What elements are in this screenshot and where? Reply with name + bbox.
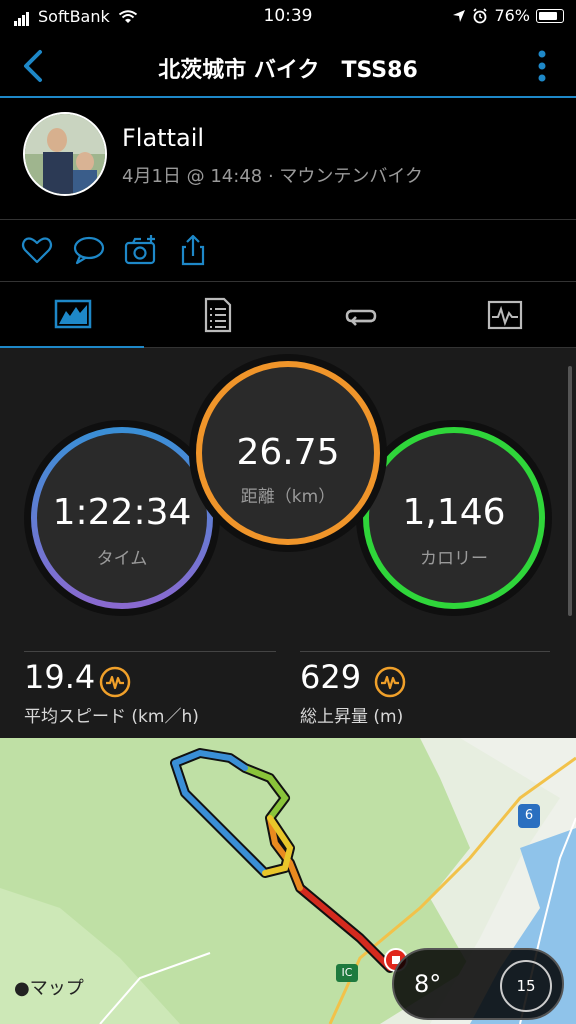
navigation-bar: 北茨城市 バイク TSS86 [0,34,576,98]
user-name[interactable]: Flattail [122,124,204,152]
elevation-info-icon[interactable] [374,666,406,698]
add-photo-camera-icon[interactable] [124,234,158,266]
map-attribution-text: マップ [29,978,84,999]
avatar-photo [25,114,105,194]
activity-tabs [0,282,576,349]
tab-stats[interactable] [144,282,288,348]
divider [24,651,276,652]
activity-header: Flattail 4月1日 @ 14:48 · マウンテンバイク [0,98,576,220]
share-icon[interactable] [176,234,210,266]
battery-icon [536,8,564,23]
speed-info-icon[interactable] [99,666,131,698]
avatar[interactable] [23,112,107,196]
like-heart-icon[interactable] [20,234,54,266]
summary-panel: 1:22:34 タイム 1,146 カロリー 26.75 距離（km） 19.4… [0,348,576,738]
location-arrow-icon [453,9,466,22]
action-bar [0,220,576,282]
wind-compass-icon: 15 [500,960,552,1012]
charts-pulse-icon [487,300,523,330]
scrollbar[interactable] [568,366,572,616]
tab-summary[interactable] [0,282,144,349]
road-number-badge: 6 [518,804,540,828]
weather-temperature: 8° [414,970,442,998]
avg-speed-label: 平均スピード (km／h) [24,707,199,727]
comment-bubble-icon[interactable] [72,234,106,266]
apple-logo-icon: ● [14,978,30,999]
distance-label: 距離（km） [240,487,336,507]
distance-ring: 26.75 距離（km） [189,354,387,552]
wind-speed: 15 [516,977,536,995]
stats-list-icon [204,297,232,333]
interchange-badge: IC [336,964,358,982]
distance-value: 26.75 [236,432,340,473]
weather-pill[interactable]: 8° 15 [392,948,564,1020]
map-attribution: ●マップ [14,974,84,1000]
tab-charts[interactable] [432,282,576,348]
summary-chart-icon [54,299,92,329]
battery-percent: 76% [494,6,530,25]
page-title: 北茨城市 バイク TSS86 [158,58,418,83]
divider [300,651,550,652]
status-bar: SoftBank 10:39 76% [0,0,576,34]
route-map[interactable]: 6 IC ●マップ 8° 15 [0,738,576,1024]
elevation-label: 総上昇量 (m) [300,707,404,727]
laps-loop-icon [345,309,377,326]
alarm-icon [473,7,488,23]
activity-meta: 4月1日 @ 14:48 · マウンテンバイク [122,166,424,187]
more-options-icon[interactable] [532,48,552,84]
tab-laps[interactable] [288,282,432,348]
status-right: 76% [452,6,564,25]
